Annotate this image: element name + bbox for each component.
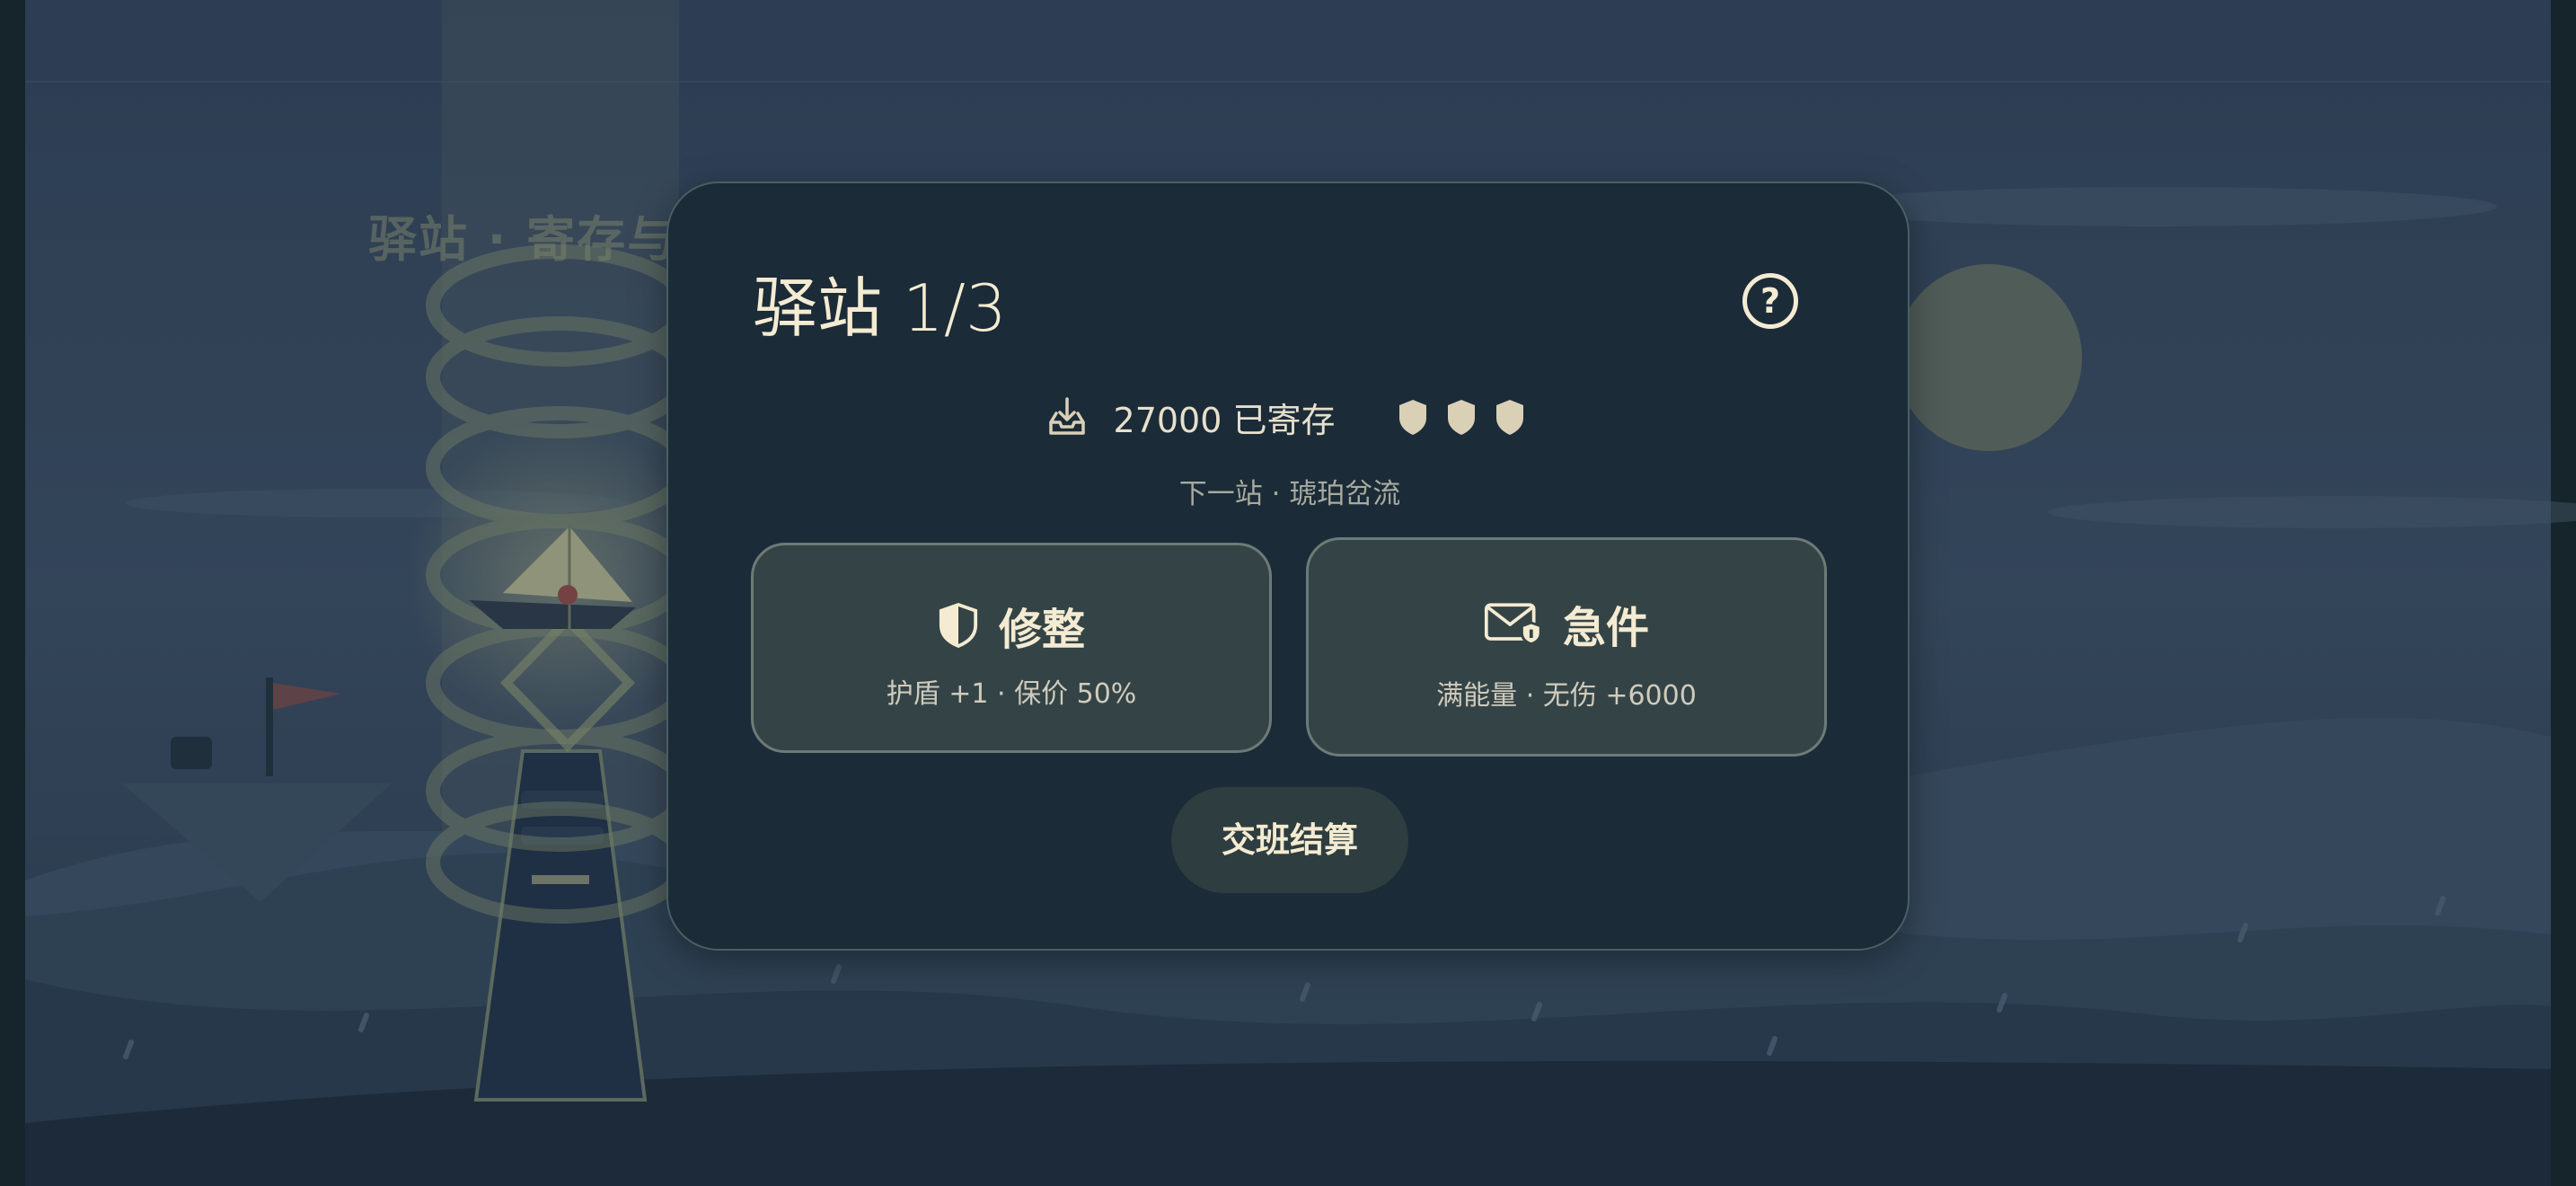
stored-stats-row: 27000 已寄存 (668, 390, 1911, 444)
help-button[interactable]: ? (1742, 273, 1798, 329)
inbox-download-icon (1048, 397, 1085, 435)
repair-card[interactable]: 修整 护盾 +1 · 保价 50% (751, 543, 1272, 753)
modal-title: 驿站 1/3 (753, 270, 1007, 346)
urgent-delivery-label: 急件 (1562, 603, 1649, 653)
shield-icon (1448, 400, 1476, 435)
repair-description: 护盾 +1 · 保价 50% (886, 678, 1137, 710)
next-stop-label: 下一站 · 琥珀岔流 (1178, 478, 1401, 510)
stored-amount: 27000 已寄存 (1113, 400, 1336, 440)
urgent-delivery-card[interactable]: 急件 满能量 · 无伤 +6000 (1306, 537, 1827, 757)
shift-settlement-button[interactable]: 交班结算 (1171, 787, 1408, 893)
shield-charges (1389, 398, 1534, 436)
station-modal: 驿站 1/3 ? 27000 已寄存 下一站 · 琥珀岔流 修整 护盾 +1 ·… (666, 181, 1910, 951)
shield-icon (1496, 400, 1524, 435)
urgent-delivery-description: 满能量 · 无伤 +6000 (1436, 680, 1697, 712)
mail-shield-icon (1484, 603, 1542, 646)
shield-half-icon (939, 602, 978, 649)
repair-label: 修整 (998, 605, 1085, 655)
shield-icon (1399, 400, 1427, 435)
